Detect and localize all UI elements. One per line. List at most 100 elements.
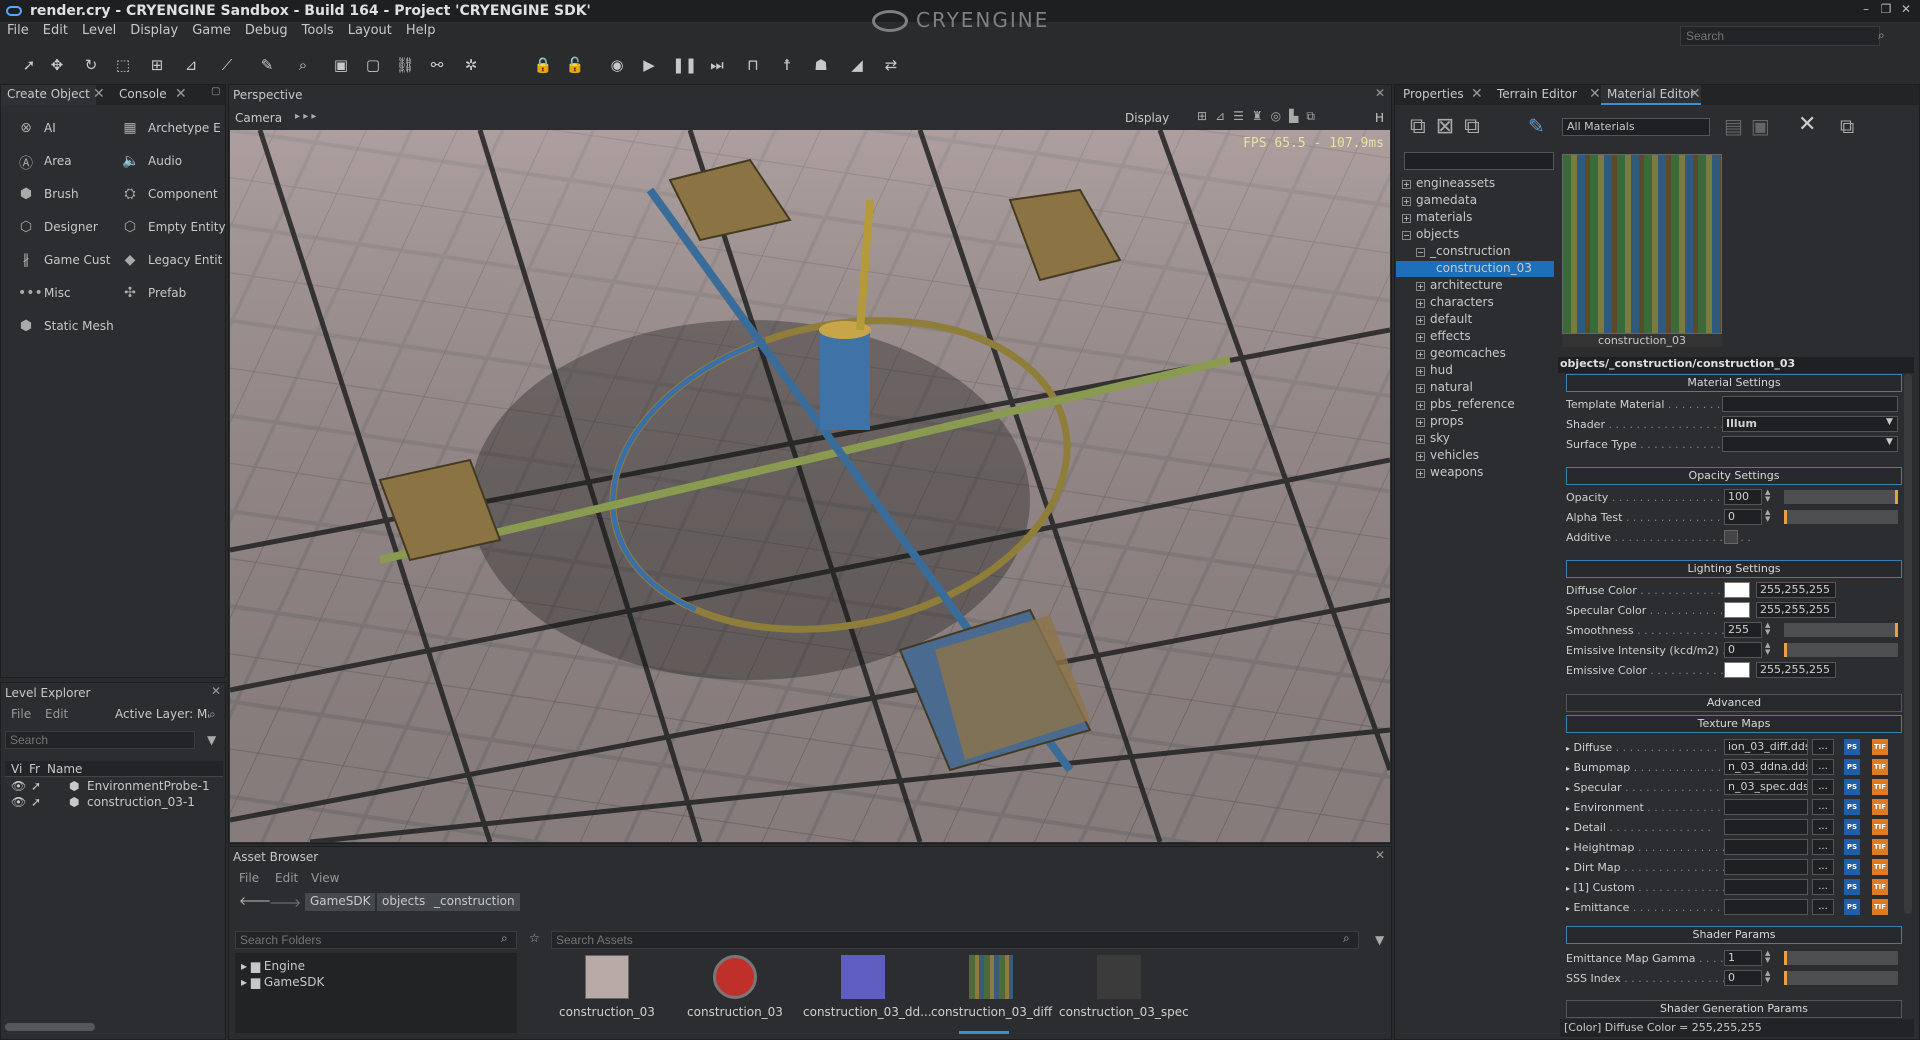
maximize-button[interactable]: ❐ [1876, 2, 1896, 20]
tree-item[interactable]: + weapons [1416, 465, 1483, 481]
browse-texture-button[interactable]: ... [1812, 739, 1834, 755]
spinner-icon[interactable]: ▲ ▼ [1765, 970, 1773, 986]
rotate-tool-icon[interactable]: ↻ [80, 54, 102, 76]
ab-menu-edit[interactable]: Edit [275, 871, 298, 885]
tiff-icon[interactable]: TIF [1872, 779, 1888, 795]
photoshop-icon[interactable]: PS [1844, 739, 1860, 755]
camera-dropdown[interactable]: Camera [235, 111, 282, 125]
menu-file[interactable]: File [0, 22, 36, 39]
browse-texture-button[interactable]: ... [1812, 779, 1834, 795]
table-row[interactable]: 👁 ➚ ⬢ construction_03-1 [5, 795, 223, 811]
emittance-gamma-field[interactable]: 1 [1724, 950, 1762, 966]
tiff-icon[interactable]: TIF [1872, 859, 1888, 875]
close-tab-icon[interactable]: ✕ [1471, 86, 1483, 102]
shader-params-header[interactable]: Shader Params [1566, 926, 1902, 944]
close-tab-icon[interactable]: ✕ [1689, 86, 1701, 102]
tree-item[interactable]: + pbs_reference [1416, 397, 1515, 413]
expand-arrow-icon[interactable]: ▸ [1566, 804, 1570, 813]
viewport-options-icon[interactable]: ⊞⊿☰♜◎▙⧉ [1197, 109, 1323, 124]
select-tool-icon[interactable]: ➚ [18, 54, 40, 76]
viewport-h-button[interactable]: H [1375, 111, 1384, 125]
viewport-render[interactable]: FPS 65.5 - 107.9ms [230, 130, 1390, 842]
menu-game[interactable]: Game [185, 22, 238, 39]
advanced-header[interactable]: Advanced [1566, 694, 1902, 712]
texture-path-field[interactable] [1724, 819, 1808, 835]
specular-color-field[interactable]: 255,255,255 [1756, 602, 1836, 618]
smoothness-slider[interactable] [1784, 623, 1898, 637]
move-tool-icon[interactable]: ✥ [46, 54, 68, 76]
create-empty-entity-item[interactable]: ⬡ Empty Entity [122, 217, 226, 239]
spinner-icon[interactable]: ▲ ▼ [1765, 509, 1773, 525]
create-static-mesh-item[interactable]: ⬢ Static Mesh [18, 316, 128, 338]
menu-edit[interactable]: Edit [36, 22, 75, 39]
diffuse-color-swatch[interactable] [1724, 582, 1750, 598]
tree-item[interactable]: + engineassets [1402, 176, 1495, 192]
tab-properties[interactable]: Properties [1397, 85, 1470, 105]
material-preview[interactable] [1562, 154, 1722, 334]
texture-path-field[interactable] [1724, 859, 1808, 875]
tree-item[interactable]: − _construction [1416, 244, 1511, 260]
search-assets-input[interactable] [551, 931, 1359, 949]
chevron-down-icon[interactable]: ▼ [1886, 417, 1893, 427]
texture-path-field[interactable] [1724, 799, 1808, 815]
create-archetype-item[interactable]: ▦ Archetype E [122, 118, 222, 140]
tiff-icon[interactable]: TIF [1872, 819, 1888, 835]
spinner-icon[interactable]: ▲ ▼ [1765, 950, 1773, 966]
lock-icon[interactable]: 🔒 [532, 54, 554, 76]
material-toolbar-icons[interactable]: ⧉⊠⧉ [1410, 114, 1490, 139]
folder-engine[interactable]: ▸ ▆ Engine [241, 959, 305, 973]
camera-icon[interactable]: ◉ [606, 54, 628, 76]
col-name[interactable]: Name [47, 762, 82, 776]
vertical-scrollbar[interactable] [1904, 374, 1912, 914]
zoom-icon[interactable]: ⌕ [292, 54, 314, 76]
emissive-color-field[interactable]: 255,255,255 [1756, 662, 1836, 678]
ungroup-icon[interactable]: ▢ [362, 54, 384, 76]
spinner-icon[interactable]: ▲ ▼ [1765, 622, 1773, 638]
minimize-button[interactable]: – [1856, 2, 1876, 20]
arrow-right-icon[interactable]: ▸ ▸ ▸ [295, 111, 316, 122]
tiff-icon[interactable]: TIF [1872, 799, 1888, 815]
create-brush-item[interactable]: ⬢ Brush [18, 184, 108, 206]
alpha-test-field[interactable]: 0 [1724, 509, 1762, 525]
expand-arrow-icon[interactable]: ▸ [1566, 884, 1570, 893]
tab-console[interactable]: Console [113, 85, 173, 105]
shader-select[interactable]: Illum [1722, 416, 1898, 432]
opacity-settings-header[interactable]: Opacity Settings [1566, 467, 1902, 485]
asset-item[interactable]: construction_03 [675, 955, 795, 1019]
asset-item[interactable]: construction_03 [547, 955, 667, 1019]
global-search-input[interactable] [1680, 26, 1880, 46]
photoshop-icon[interactable]: PS [1844, 799, 1860, 815]
photoshop-icon[interactable]: PS [1844, 859, 1860, 875]
breadcrumb-objects[interactable]: objects [377, 893, 431, 911]
material-filter-select[interactable]: All Materials [1562, 118, 1710, 136]
expand-arrow-icon[interactable]: ▸ [1566, 764, 1570, 773]
tree-item[interactable]: + effects [1416, 329, 1471, 345]
ab-menu-view[interactable]: View [311, 871, 339, 885]
close-window-button[interactable]: ✕ [1896, 2, 1916, 20]
eye-icon[interactable]: 👁 [11, 779, 26, 793]
le-menu-file[interactable]: File [11, 707, 31, 721]
col-frozen[interactable]: Fr [29, 762, 40, 776]
snap-grid-icon[interactable]: ⊞ [146, 54, 168, 76]
tab-create-object[interactable]: Create Object [1, 85, 96, 105]
play-icon[interactable]: ▶ [638, 54, 660, 76]
create-game-cust-item[interactable]: ∦ Game Cust [18, 250, 118, 272]
scene-render[interactable] [230, 130, 1390, 842]
copy-icon[interactable]: ⧉ [1840, 114, 1854, 138]
additive-checkbox[interactable] [1724, 530, 1738, 544]
tree-item[interactable]: − objects [1402, 227, 1459, 243]
forward-arrow-icon[interactable]: 🡒 [269, 895, 301, 910]
browse-texture-button[interactable]: ... [1812, 839, 1834, 855]
menu-level[interactable]: Level [75, 22, 123, 39]
opacity-field[interactable]: 100 [1724, 489, 1762, 505]
zoom-slider[interactable] [959, 1031, 1009, 1034]
expand-arrow-icon[interactable]: ▸ [1566, 904, 1570, 913]
delete-icon[interactable]: ✕ [1798, 112, 1816, 137]
browse-texture-button[interactable]: ... [1812, 799, 1834, 815]
filter-icon[interactable]: ▼ [207, 733, 216, 747]
sss-index-field[interactable]: 0 [1724, 970, 1762, 986]
folder-gamesdk[interactable]: ▸ ▆ GameSDK [241, 975, 324, 989]
alpha-test-slider[interactable] [1784, 510, 1898, 524]
material-file-icons[interactable]: ▤▣ [1724, 114, 1778, 138]
lighting-settings-header[interactable]: Lighting Settings [1566, 560, 1902, 578]
